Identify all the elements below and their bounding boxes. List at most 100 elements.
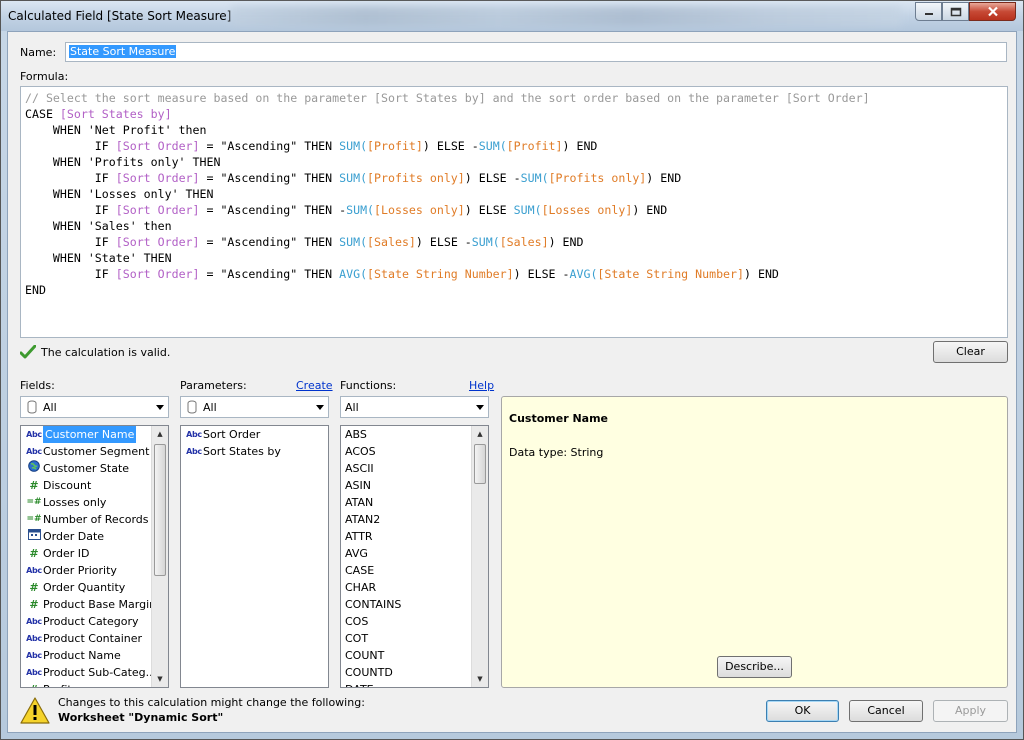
fields-list[interactable]: Abc Customer Name Abc Customer Segment Custo… (20, 425, 169, 688)
field-item[interactable]: Customer State (21, 459, 168, 478)
scroll-thumb[interactable] (474, 444, 486, 484)
formula-line: IF [Sort Order] = "Ascending" THEN SUM([… (25, 138, 1003, 154)
functions-filter-dropdown[interactable]: All (340, 396, 489, 418)
field-item-label: Number of Records (43, 513, 149, 526)
scroll-up-icon[interactable]: ▲ (152, 426, 168, 442)
scroll-up-icon[interactable]: ▲ (472, 426, 488, 442)
field-item-label: Order Date (43, 530, 105, 543)
field-item[interactable]: =# Number of Records (21, 511, 168, 528)
formula-token: [Sort Order] (115, 203, 200, 217)
parameter-item[interactable]: Abc Sort Order (181, 426, 328, 443)
field-item[interactable]: # Order ID (21, 545, 168, 562)
field-item[interactable]: #Profit (21, 681, 168, 687)
formula-line: IF [Sort Order] = "Ascending" THEN SUM([… (25, 170, 1003, 186)
maximize-button[interactable] (942, 2, 969, 21)
field-item[interactable]: =# Losses only (21, 494, 168, 511)
ok-button[interactable]: OK (766, 700, 839, 722)
calculated-number-icon: =# (26, 497, 42, 507)
formula-line: WHEN 'State' THEN (25, 250, 1003, 266)
field-item-label: Discount (43, 479, 92, 492)
function-item[interactable]: ATTR (341, 528, 488, 545)
field-item[interactable]: Abc Product Category (21, 613, 168, 630)
function-item-label: COUNT (345, 649, 385, 662)
field-item[interactable]: Abc Customer Segment (21, 443, 168, 460)
formula-token: SUM( (513, 203, 542, 217)
scroll-thumb[interactable] (154, 444, 166, 576)
function-item-label: ABS (345, 428, 367, 441)
functions-help-link[interactable]: Help (469, 379, 494, 392)
parameter-item-label: Sort States by (203, 445, 281, 458)
field-item-label: Order Priority (43, 564, 117, 577)
formula-token: [Sort States by] (59, 107, 172, 121)
function-item-label: CHAR (345, 581, 377, 594)
functions-list[interactable]: ABS ACOS ASCII ASIN ATAN ATAN2 ATTR AVG CASE CHAR… (340, 425, 489, 688)
parameter-item[interactable]: Abc Sort States by (181, 443, 328, 460)
parameters-filter-dropdown[interactable]: All (180, 396, 329, 418)
functions-scrollbar[interactable]: ▲ ▼ (471, 426, 488, 687)
function-item[interactable]: AVG (341, 545, 488, 562)
describe-button[interactable]: Describe... (717, 656, 792, 678)
number-type-icon: # (29, 598, 39, 611)
string-type-icon: Abc (26, 668, 42, 677)
formula-token: WHEN 'Net Profit' then (25, 123, 207, 137)
number-type-icon: # (29, 479, 39, 492)
globe-icon (25, 459, 43, 478)
close-button[interactable] (969, 2, 1016, 21)
fields-scrollbar[interactable]: ▲ ▼ (151, 426, 168, 687)
field-item[interactable]: # Order Quantity (21, 579, 168, 596)
minimize-button[interactable] (915, 2, 942, 21)
name-field[interactable]: State Sort Measure (65, 42, 1007, 62)
calculated-number-icon: =# (26, 514, 42, 524)
function-item[interactable]: CHAR (341, 579, 488, 596)
function-item[interactable]: CONTAINS (341, 596, 488, 613)
formula-line: // Select the sort measure based on the … (25, 90, 1003, 106)
chevron-down-icon (476, 405, 484, 410)
function-item[interactable]: ASCII (341, 460, 488, 477)
minimize-icon (924, 12, 933, 15)
function-item[interactable]: COUNTD (341, 664, 488, 681)
calendar-icon (25, 528, 43, 546)
string-type-icon: Abc (186, 430, 202, 439)
function-item[interactable]: ACOS (341, 443, 488, 460)
function-item[interactable]: COUNT (341, 647, 488, 664)
formula-token: [Sales] (499, 235, 549, 249)
formula-token: SUM( (339, 171, 368, 185)
formula-token: SUM( (471, 235, 500, 249)
function-item[interactable]: CASE (341, 562, 488, 579)
clear-button[interactable]: Clear (933, 341, 1008, 363)
scroll-down-icon[interactable]: ▼ (472, 671, 488, 687)
formula-editor[interactable]: // Select the sort measure based on the … (20, 86, 1008, 338)
field-item[interactable]: Order Date (21, 528, 168, 545)
cancel-button[interactable]: Cancel (849, 700, 923, 722)
function-item[interactable]: ATAN2 (341, 511, 488, 528)
formula-token: [Sort Order] (115, 267, 200, 281)
scroll-down-icon[interactable]: ▼ (152, 671, 168, 687)
function-item[interactable]: COS (341, 613, 488, 630)
formula-token: IF (25, 235, 116, 249)
field-item[interactable]: Abc Product Sub-Categ... (21, 664, 168, 681)
fields-filter-dropdown[interactable]: All (20, 396, 169, 418)
apply-button[interactable]: Apply (933, 700, 1008, 722)
formula-token: WHEN 'Sales' then (25, 219, 172, 233)
field-item[interactable]: Abc Product Container (21, 630, 168, 647)
formula-token: [Sort Order] (115, 139, 200, 153)
field-item[interactable]: Abc Product Name (21, 647, 168, 664)
field-item[interactable]: # Discount (21, 477, 168, 494)
formula-token: = "Ascending" THEN (199, 139, 340, 153)
formula-token: ) (422, 139, 430, 153)
function-item[interactable]: DATE (341, 681, 488, 687)
field-item[interactable]: Abc Order Priority (21, 562, 168, 579)
formula-token: ) END (562, 139, 598, 153)
function-item[interactable]: ASIN (341, 477, 488, 494)
formula-token: IF (25, 203, 116, 217)
formula-token: [Sales] (367, 235, 416, 249)
parameters-list[interactable]: Abc Sort Order Abc Sort States by (180, 425, 329, 688)
string-type-icon: Abc (26, 651, 42, 660)
function-item[interactable]: ABS (341, 426, 488, 443)
function-item[interactable]: COT (341, 630, 488, 647)
field-item[interactable]: Abc Customer Name (21, 426, 168, 443)
title-bar[interactable]: Calculated Field [State Sort Measure] (1, 1, 1023, 31)
function-item[interactable]: ATAN (341, 494, 488, 511)
create-parameter-link[interactable]: Create (296, 379, 333, 392)
field-item[interactable]: # Product Base Margin (21, 596, 168, 613)
